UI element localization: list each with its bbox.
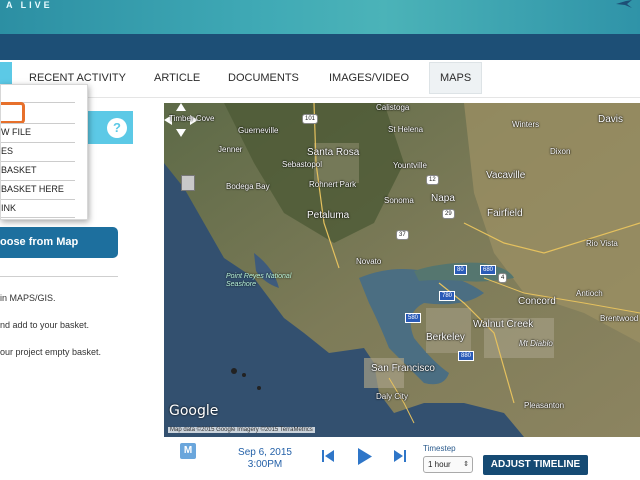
timestep-select[interactable]: 1 hour ⇕ xyxy=(423,456,473,473)
play-icon[interactable] xyxy=(358,448,372,465)
map-place: Walnut Creek xyxy=(473,319,534,330)
choose-from-map-button[interactable]: oose from Map xyxy=(0,227,118,258)
map-place: Sebastopol xyxy=(282,160,323,169)
tab-maps[interactable]: MAPS xyxy=(429,62,483,94)
m-button[interactable]: M xyxy=(180,443,196,459)
adjust-timeline-button[interactable]: ADJUST TIMELINE xyxy=(483,455,588,475)
map-place: Concord xyxy=(518,296,556,307)
pegman-icon[interactable] xyxy=(181,175,195,191)
map-place: Rohnert Park xyxy=(309,180,357,189)
map-place: Pleasanton xyxy=(524,401,565,410)
route-shield: 80 xyxy=(454,265,467,275)
map-place: Napa xyxy=(431,193,455,204)
map-place: Yountville xyxy=(393,161,427,170)
map-place: Jenner xyxy=(218,145,243,154)
map-place: Winters xyxy=(512,120,540,129)
skip-forward-icon[interactable] xyxy=(394,449,406,463)
dropdown-item[interactable]: INK xyxy=(1,199,75,218)
map-place: Dixon xyxy=(550,147,571,156)
route-shield: 580 xyxy=(405,313,422,323)
map-place: Davis xyxy=(598,114,624,125)
dropdown-item[interactable]: W FILE xyxy=(1,123,75,142)
map-place: Novato xyxy=(356,257,382,266)
highlighted-item-outline xyxy=(1,102,25,124)
route-shield: 29 xyxy=(442,209,455,219)
chevron-updown-icon: ⇕ xyxy=(463,461,469,468)
tab-documents[interactable]: DOCUMENTS xyxy=(228,65,299,92)
tab-article[interactable]: ARTICLE xyxy=(154,65,200,92)
map-place: St Helena xyxy=(388,125,424,134)
map-place: Berkeley xyxy=(426,332,465,343)
info-line: nd add to your basket. xyxy=(0,320,90,330)
help-button[interactable]: ? xyxy=(107,118,127,138)
route-shield: 12 xyxy=(426,175,439,185)
map-place: Timber Cove xyxy=(169,114,215,123)
brand-text: A LIVE xyxy=(6,0,53,10)
route-shield: 780 xyxy=(439,291,456,301)
dropdown-item[interactable]: BASKET xyxy=(1,161,75,180)
route-shield: 4 xyxy=(498,273,508,283)
map-place: Petaluma xyxy=(307,210,350,221)
map-place: Brentwood xyxy=(600,314,639,323)
map-place: Calistoga xyxy=(376,103,410,112)
map-place: Sonoma xyxy=(384,196,414,205)
main-nav: RECENT ACTIVITY ARTICLE DOCUMENTS IMAGES… xyxy=(0,60,640,98)
time-text: 3:00PM xyxy=(247,459,283,470)
timestep-value: 1 hour xyxy=(428,460,451,469)
divider xyxy=(0,276,118,277)
route-shield: 37 xyxy=(396,230,409,240)
map-place: Daly City xyxy=(376,392,409,401)
map-attribution: Map data ©2015 Google Imagery ©2015 Terr… xyxy=(168,427,315,433)
tab-images-video[interactable]: IMAGES/VIDEO xyxy=(329,65,409,92)
timeline-date: Sep 6, 2015 3:00PM xyxy=(238,447,292,471)
bird-logo-icon xyxy=(616,0,632,8)
map-place: Vacaville xyxy=(486,170,526,181)
map-place: San Francisco xyxy=(371,363,435,374)
map-place: Fairfield xyxy=(487,208,523,219)
dropdown-item[interactable]: BASKET HERE xyxy=(1,180,75,199)
map-place: Point Reyes National Seashore xyxy=(226,273,292,288)
route-shield: 680 xyxy=(480,265,497,275)
info-line: our project empty basket. xyxy=(0,347,102,357)
app-header: A LIVE xyxy=(0,0,640,34)
google-logo: Google xyxy=(169,403,219,419)
map-place: Mt Diablo xyxy=(519,339,553,348)
dropdown-menu: W FILE ES BASKET BASKET HERE INK xyxy=(0,84,88,220)
map-place: Rio Vista xyxy=(586,239,618,248)
dropdown-item[interactable]: ES xyxy=(1,142,75,161)
map-place: Guerneville xyxy=(238,126,279,135)
route-shield: 880 xyxy=(458,351,475,361)
map-place: Antioch xyxy=(576,289,603,298)
info-line: in MAPS/GIS. xyxy=(0,293,56,303)
timestep-label: Timestep xyxy=(423,444,456,453)
satellite-map[interactable]: Timber Cove Calistoga Guerneville St Hel… xyxy=(164,103,640,437)
header-band xyxy=(0,34,640,60)
map-place: Bodega Bay xyxy=(226,182,270,191)
date-text: Sep 6, 2015 xyxy=(238,447,292,458)
map-place: Santa Rosa xyxy=(307,147,360,158)
route-shield: 101 xyxy=(302,114,319,124)
skip-back-icon[interactable] xyxy=(322,449,334,463)
